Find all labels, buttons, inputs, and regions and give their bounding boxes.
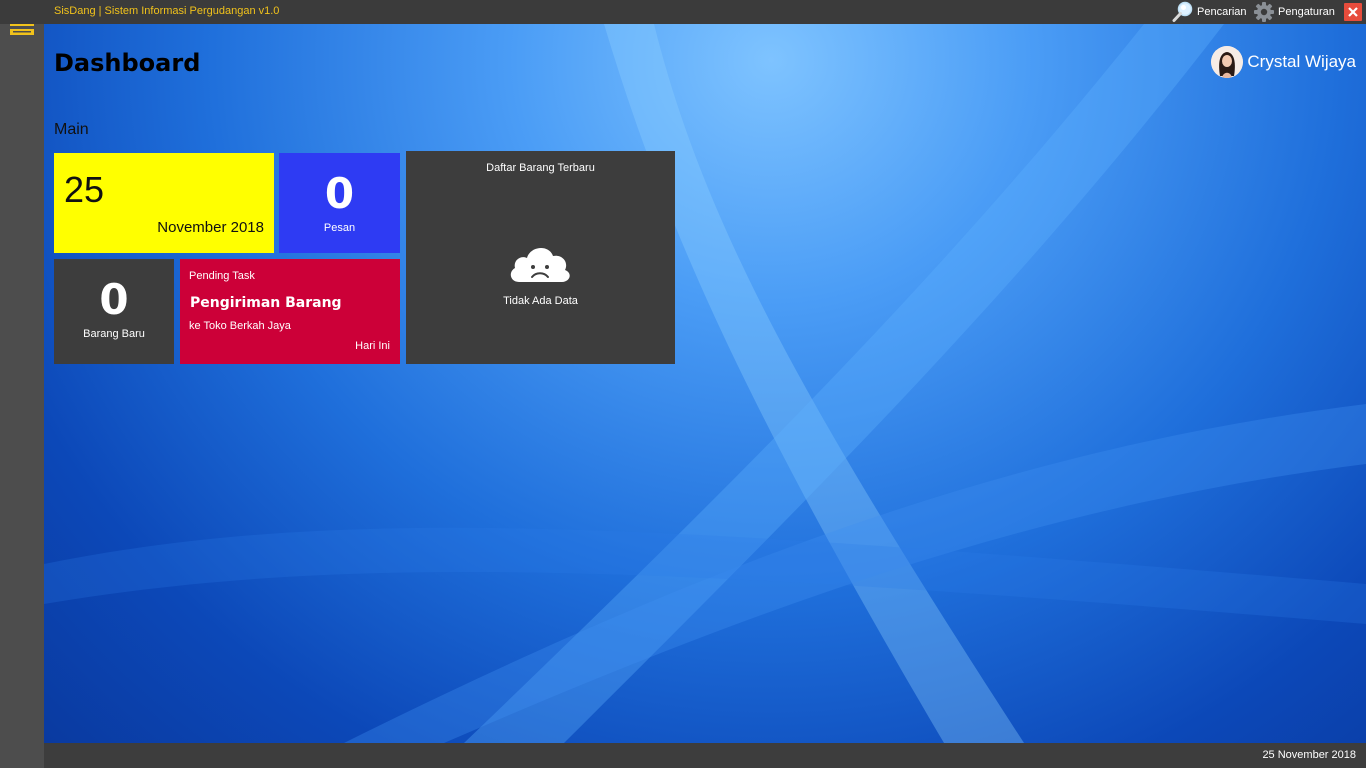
sad-cloud-icon (510, 247, 570, 282)
status-bar: 25 November 2018 (44, 743, 1366, 768)
close-button[interactable] (1344, 3, 1362, 21)
date-tile[interactable]: 25 November 2018 (54, 153, 274, 253)
new-items-label: Barang Baru (83, 328, 145, 340)
pending-task-when: Hari Ini (355, 340, 390, 352)
new-items-tile[interactable]: 0 Barang Baru (54, 259, 174, 364)
search-button[interactable]: Pencarian (1172, 0, 1247, 24)
messages-tile[interactable]: 0 Pesan (279, 153, 400, 253)
latest-items-title: Daftar Barang Terbaru (486, 162, 595, 174)
new-items-count: 0 (99, 275, 129, 324)
settings-label: Pengaturan (1278, 6, 1335, 18)
search-label: Pencarian (1197, 6, 1247, 18)
sidebar (0, 0, 44, 768)
pending-task-header: Pending Task (189, 270, 255, 282)
date-day: 25 (64, 169, 105, 210)
pending-task-subtitle: ke Toko Berkah Jaya (189, 320, 291, 332)
close-icon (1348, 7, 1358, 17)
search-icon (1172, 1, 1193, 22)
dashboard-area: Dashboard Crystal Wijaya Main 25 Novembe… (44, 24, 1366, 743)
user-name: Crystal Wijaya (1247, 52, 1356, 71)
latest-items-tile[interactable]: Daftar Barang Terbaru Tidak Ada Data (406, 151, 675, 364)
avatar (1211, 46, 1244, 78)
latest-items-empty-text: Tidak Ada Data (503, 295, 578, 307)
pending-task-title: Pengiriman Barang (190, 295, 342, 311)
settings-button[interactable]: Pengaturan (1253, 0, 1335, 24)
section-label: Main (54, 121, 89, 138)
app-title: SisDang | Sistem Informasi Pergudangan v… (54, 5, 280, 17)
title-bar: SisDang | Sistem Informasi Pergudangan v… (0, 0, 1366, 24)
gear-icon (1254, 2, 1274, 22)
page-title: Dashboard (54, 49, 201, 77)
wallpaper-graphic (44, 24, 1366, 743)
messages-label: Pesan (323, 222, 356, 234)
date-month-year: November 2018 (157, 219, 264, 236)
pending-task-tile[interactable]: Pending Task Pengiriman Barang ke Toko B… (180, 259, 400, 364)
status-date: 25 November 2018 (1262, 749, 1356, 761)
messages-count: 0 (324, 169, 355, 218)
user-profile[interactable]: Crystal Wijaya (1211, 46, 1356, 78)
